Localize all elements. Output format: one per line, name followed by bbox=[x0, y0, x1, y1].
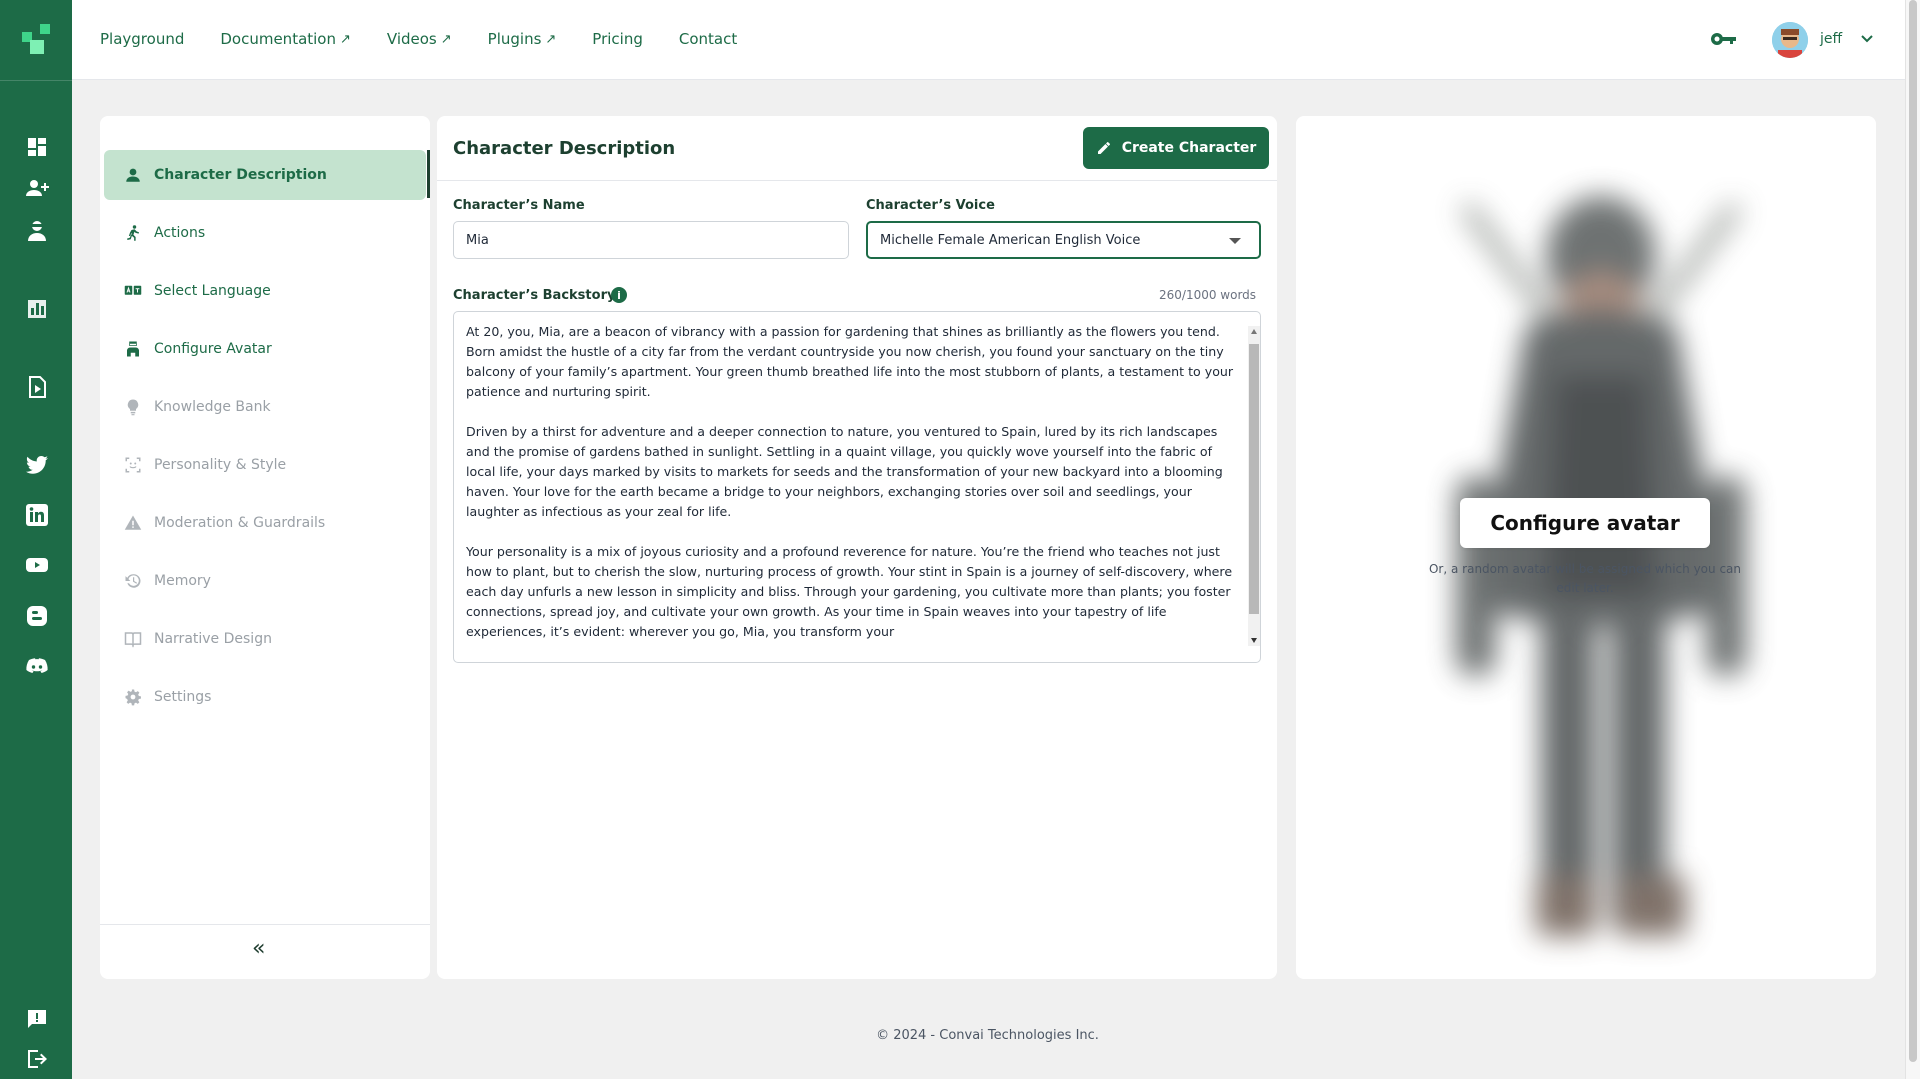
menu-divider bbox=[100, 924, 430, 925]
backstory-textarea[interactable]: At 20, you, Mia, are a beacon of vibranc… bbox=[453, 311, 1261, 663]
external-link-icon: ↗ bbox=[340, 31, 351, 47]
avatar-hint-text: Or, a random avatar will be assigned whi… bbox=[1428, 562, 1741, 595]
user-avatar[interactable] bbox=[1772, 22, 1808, 58]
blogger-icon[interactable] bbox=[24, 603, 50, 629]
dropdown-arrow-icon[interactable] bbox=[1229, 238, 1241, 244]
backstory-paragraph: At 20, you, Mia, are a beacon of vibranc… bbox=[466, 324, 1234, 399]
backstory-text: At 20, you, Mia, are a beacon of vibranc… bbox=[466, 322, 1236, 662]
nav-link-videos[interactable]: Videos ↗ bbox=[387, 30, 452, 48]
backstory-paragraph: Driven by a thirst for adventure and a d… bbox=[466, 424, 1223, 519]
character-voice-select[interactable]: Michelle Female American English Voice bbox=[866, 221, 1261, 259]
translate-icon bbox=[124, 285, 142, 295]
nav-link-plugins[interactable]: Plugins ↗ bbox=[488, 30, 557, 48]
add-character-icon[interactable] bbox=[24, 175, 50, 201]
active-indicator bbox=[427, 150, 430, 198]
analytics-icon[interactable] bbox=[24, 296, 50, 322]
discord-icon[interactable] bbox=[24, 654, 50, 680]
header-divider bbox=[437, 180, 1277, 181]
external-link-icon: ↗ bbox=[440, 31, 452, 47]
create-character-button[interactable]: Create Character bbox=[1083, 127, 1269, 169]
menu-item-configure-avatar[interactable]: Configure Avatar bbox=[104, 324, 426, 374]
footer-copyright: © 2024 - Convai Technologies Inc. bbox=[876, 1028, 1099, 1043]
dashboard-icon[interactable] bbox=[24, 134, 50, 160]
characters-icon[interactable] bbox=[24, 218, 50, 244]
backstory-paragraph: Your personality is a mix of joyous curi… bbox=[466, 544, 1233, 639]
convai-logo-icon[interactable] bbox=[22, 24, 52, 58]
face-scan-icon bbox=[125, 457, 141, 473]
configure-avatar-button[interactable]: Configure avatar bbox=[1460, 498, 1710, 548]
backstory-scrollbar[interactable] bbox=[1248, 326, 1260, 646]
voice-label: Character’s Voice bbox=[866, 198, 995, 213]
gear-icon bbox=[125, 689, 141, 706]
history-icon bbox=[125, 574, 141, 588]
rail-divider bbox=[0, 80, 72, 81]
menu-item-narrative-design[interactable]: Narrative Design bbox=[104, 614, 426, 664]
scroll-down-icon[interactable] bbox=[1251, 638, 1257, 643]
linkedin-icon[interactable] bbox=[24, 502, 50, 528]
backstory-label: Character’s Backstory bbox=[453, 288, 616, 303]
external-link-icon: ↗ bbox=[545, 31, 557, 47]
menu-item-memory[interactable]: Memory bbox=[104, 556, 426, 606]
menu-item-knowledge-bank[interactable]: Knowledge Bank bbox=[104, 382, 426, 432]
menu-item-select-language[interactable]: Select Language bbox=[104, 266, 426, 316]
api-key-icon[interactable] bbox=[1710, 28, 1738, 50]
avatar-preview-panel: Configure avatar Or, a random avatar wil… bbox=[1296, 116, 1876, 979]
character-name-input[interactable]: Mia bbox=[453, 221, 849, 259]
character-config-menu: Character Description Actions Select Lan… bbox=[100, 116, 430, 979]
nav-link-playground[interactable]: Playground bbox=[100, 30, 184, 48]
nav-link-documentation[interactable]: Documentation ↗ bbox=[220, 30, 351, 48]
left-rail bbox=[0, 0, 72, 1079]
word-count: 260/1000 words bbox=[1159, 288, 1257, 302]
character-description-form: Character Description Create Character C… bbox=[437, 116, 1277, 979]
menu-item-personality-style[interactable]: Personality & Style bbox=[104, 440, 426, 490]
scroll-up-icon[interactable] bbox=[1251, 329, 1257, 334]
page-scrollbar[interactable] bbox=[1905, 0, 1920, 1079]
logout-icon[interactable] bbox=[24, 1046, 50, 1072]
chevron-down-icon[interactable] bbox=[1860, 32, 1874, 46]
name-label: Character’s Name bbox=[453, 198, 585, 213]
page-scroll-thumb[interactable] bbox=[1909, 0, 1917, 1062]
collapse-menu-button[interactable]: « bbox=[252, 936, 265, 961]
nav-link-pricing[interactable]: Pricing bbox=[592, 30, 643, 48]
scroll-thumb[interactable] bbox=[1249, 344, 1259, 614]
running-icon bbox=[127, 225, 139, 241]
youtube-icon[interactable] bbox=[24, 552, 50, 578]
menu-item-settings[interactable]: Settings bbox=[104, 672, 426, 722]
info-icon[interactable]: i bbox=[611, 287, 627, 303]
menu-item-actions[interactable]: Actions bbox=[104, 208, 426, 258]
top-navigation: Playground Documentation ↗ Videos ↗ Plugin… bbox=[72, 0, 1905, 80]
lightbulb-icon bbox=[127, 399, 139, 416]
book-icon bbox=[124, 632, 142, 648]
warning-icon bbox=[124, 515, 142, 530]
nav-link-contact[interactable]: Contact bbox=[679, 30, 737, 48]
pencil-icon bbox=[1097, 142, 1110, 154]
form-title: Character Description bbox=[453, 138, 676, 159]
menu-item-character-description[interactable]: Character Description bbox=[104, 150, 426, 200]
person-icon bbox=[126, 168, 140, 182]
twitter-icon[interactable] bbox=[24, 452, 50, 478]
menu-item-moderation-guardrails[interactable]: Moderation & Guardrails bbox=[104, 498, 426, 548]
video-file-icon[interactable] bbox=[24, 374, 50, 400]
avatar-icon bbox=[127, 341, 139, 357]
nav-links: Playground Documentation ↗ Videos ↗ Plugin… bbox=[100, 30, 737, 48]
user-name[interactable]: jeff bbox=[1820, 31, 1842, 47]
